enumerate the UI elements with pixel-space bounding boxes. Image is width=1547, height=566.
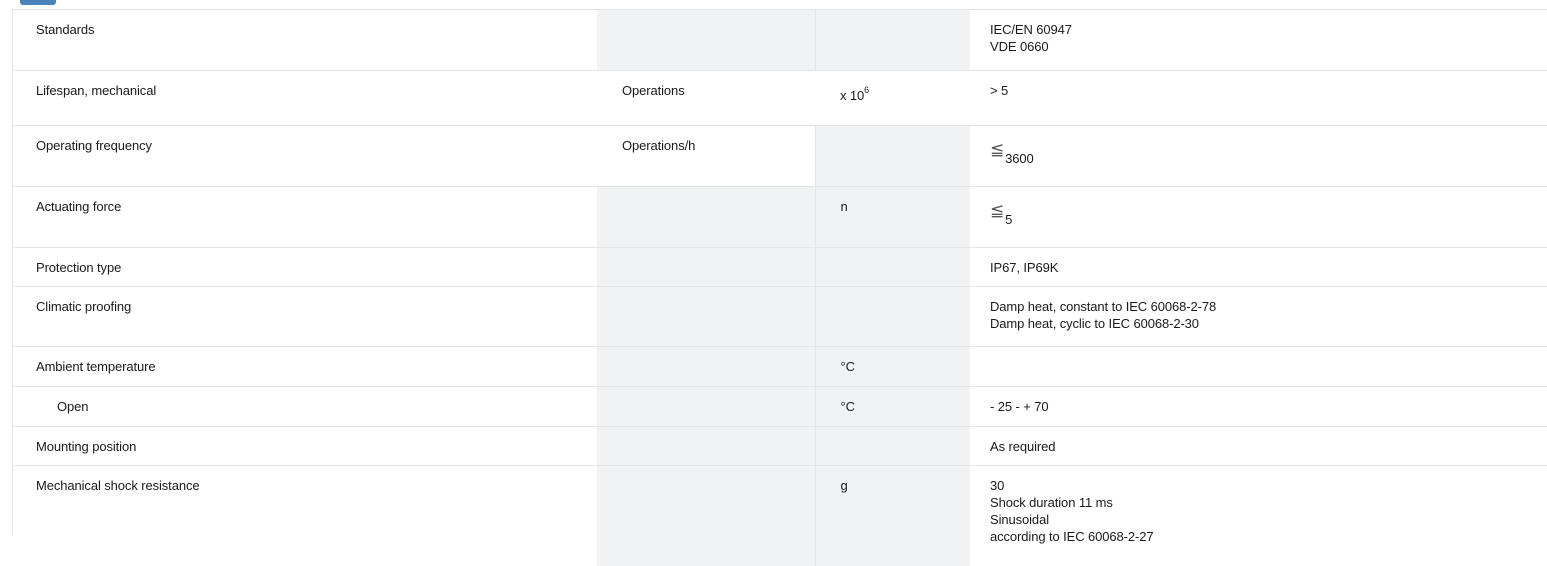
row-value: - 25 - + 70 bbox=[970, 387, 1547, 427]
row-value: > 5 bbox=[970, 71, 1547, 126]
value-subscript: 3600 bbox=[1005, 151, 1034, 166]
row-factor bbox=[815, 10, 970, 71]
row-unit bbox=[597, 387, 815, 427]
specifications-table: Standards IEC/EN 60947 VDE 0660 Lifespan… bbox=[13, 10, 1547, 566]
table-row-mechanical-shock-resistance: Mechanical shock resistance g 30 Shock d… bbox=[13, 466, 1547, 566]
row-unit: Operations bbox=[597, 71, 815, 126]
value-line: IP67, IP69K bbox=[990, 259, 1537, 276]
row-factor bbox=[815, 287, 970, 347]
value-subscript: 5 bbox=[1005, 212, 1012, 227]
row-label: Mounting position bbox=[13, 427, 597, 466]
value-line: IEC/EN 60947 bbox=[990, 21, 1537, 38]
row-value: As required bbox=[970, 427, 1547, 466]
row-factor bbox=[815, 126, 970, 187]
value-line: > 5 bbox=[990, 82, 1537, 99]
factor-exponent: 6 bbox=[864, 85, 869, 95]
row-value: Damp heat, constant to IEC 60068-2-78 Da… bbox=[970, 287, 1547, 347]
factor-base: x 10 bbox=[840, 88, 864, 103]
row-factor bbox=[815, 427, 970, 466]
row-unit bbox=[597, 248, 815, 287]
row-unit bbox=[597, 427, 815, 466]
table-row-open: Open °C - 25 - + 70 bbox=[13, 387, 1547, 427]
row-label: Ambient temperature bbox=[13, 347, 597, 387]
value-line: Shock duration 11 ms bbox=[990, 494, 1537, 511]
row-factor: n bbox=[815, 187, 970, 248]
row-value: IEC/EN 60947 VDE 0660 bbox=[970, 10, 1547, 71]
row-label: Open bbox=[13, 387, 597, 427]
row-value: ≦3600 bbox=[970, 126, 1547, 187]
row-label: Mechanical shock resistance bbox=[13, 466, 597, 566]
table-row-operating-frequency: Operating frequency Operations/h ≦3600 bbox=[13, 126, 1547, 187]
row-factor: °C bbox=[815, 387, 970, 427]
row-value: 30 Shock duration 11 ms Sinusoidal accor… bbox=[970, 466, 1547, 566]
row-factor bbox=[815, 248, 970, 287]
row-label: Lifespan, mechanical bbox=[13, 71, 597, 126]
row-label: Actuating force bbox=[13, 187, 597, 248]
table-row-lifespan-mechanical: Lifespan, mechanical Operations x 106 > … bbox=[13, 71, 1547, 126]
table-row-standards: Standards IEC/EN 60947 VDE 0660 bbox=[13, 10, 1547, 71]
row-unit bbox=[597, 347, 815, 387]
row-factor: g bbox=[815, 466, 970, 566]
value-line: Sinusoidal bbox=[990, 511, 1537, 528]
row-factor: °C bbox=[815, 347, 970, 387]
less-or-equal-icon: ≦ bbox=[990, 141, 1004, 158]
table-row-protection-type: Protection type IP67, IP69K bbox=[13, 248, 1547, 287]
value-line: - 25 - + 70 bbox=[990, 398, 1537, 415]
row-value: IP67, IP69K bbox=[970, 248, 1547, 287]
value-line: VDE 0660 bbox=[990, 38, 1537, 55]
value-line: As required bbox=[990, 438, 1537, 455]
section-heading-accent bbox=[20, 0, 56, 5]
row-label: Climatic proofing bbox=[13, 287, 597, 347]
row-unit bbox=[597, 466, 815, 566]
value-line: Damp heat, constant to IEC 60068-2-78 bbox=[990, 298, 1537, 315]
row-value: ≦5 bbox=[970, 187, 1547, 248]
row-label: Operating frequency bbox=[13, 126, 597, 187]
value-line: Damp heat, cyclic to IEC 60068-2-30 bbox=[990, 315, 1537, 332]
row-value bbox=[970, 347, 1547, 387]
table-row-climatic-proofing: Climatic proofing Damp heat, constant to… bbox=[13, 287, 1547, 347]
row-unit bbox=[597, 287, 815, 347]
row-factor: x 106 bbox=[815, 71, 970, 126]
table-row-mounting-position: Mounting position As required bbox=[13, 427, 1547, 466]
row-label: Protection type bbox=[13, 248, 597, 287]
row-label: Standards bbox=[13, 10, 597, 71]
table-row-actuating-force: Actuating force n ≦5 bbox=[13, 187, 1547, 248]
row-unit bbox=[597, 187, 815, 248]
less-or-equal-icon: ≦ bbox=[990, 202, 1004, 219]
row-unit: Operations/h bbox=[597, 126, 815, 187]
value-line: 30 bbox=[990, 477, 1537, 494]
table-row-ambient-temperature: Ambient temperature °C bbox=[13, 347, 1547, 387]
value-line: according to IEC 60068-2-27 bbox=[990, 528, 1537, 545]
row-unit bbox=[597, 10, 815, 71]
